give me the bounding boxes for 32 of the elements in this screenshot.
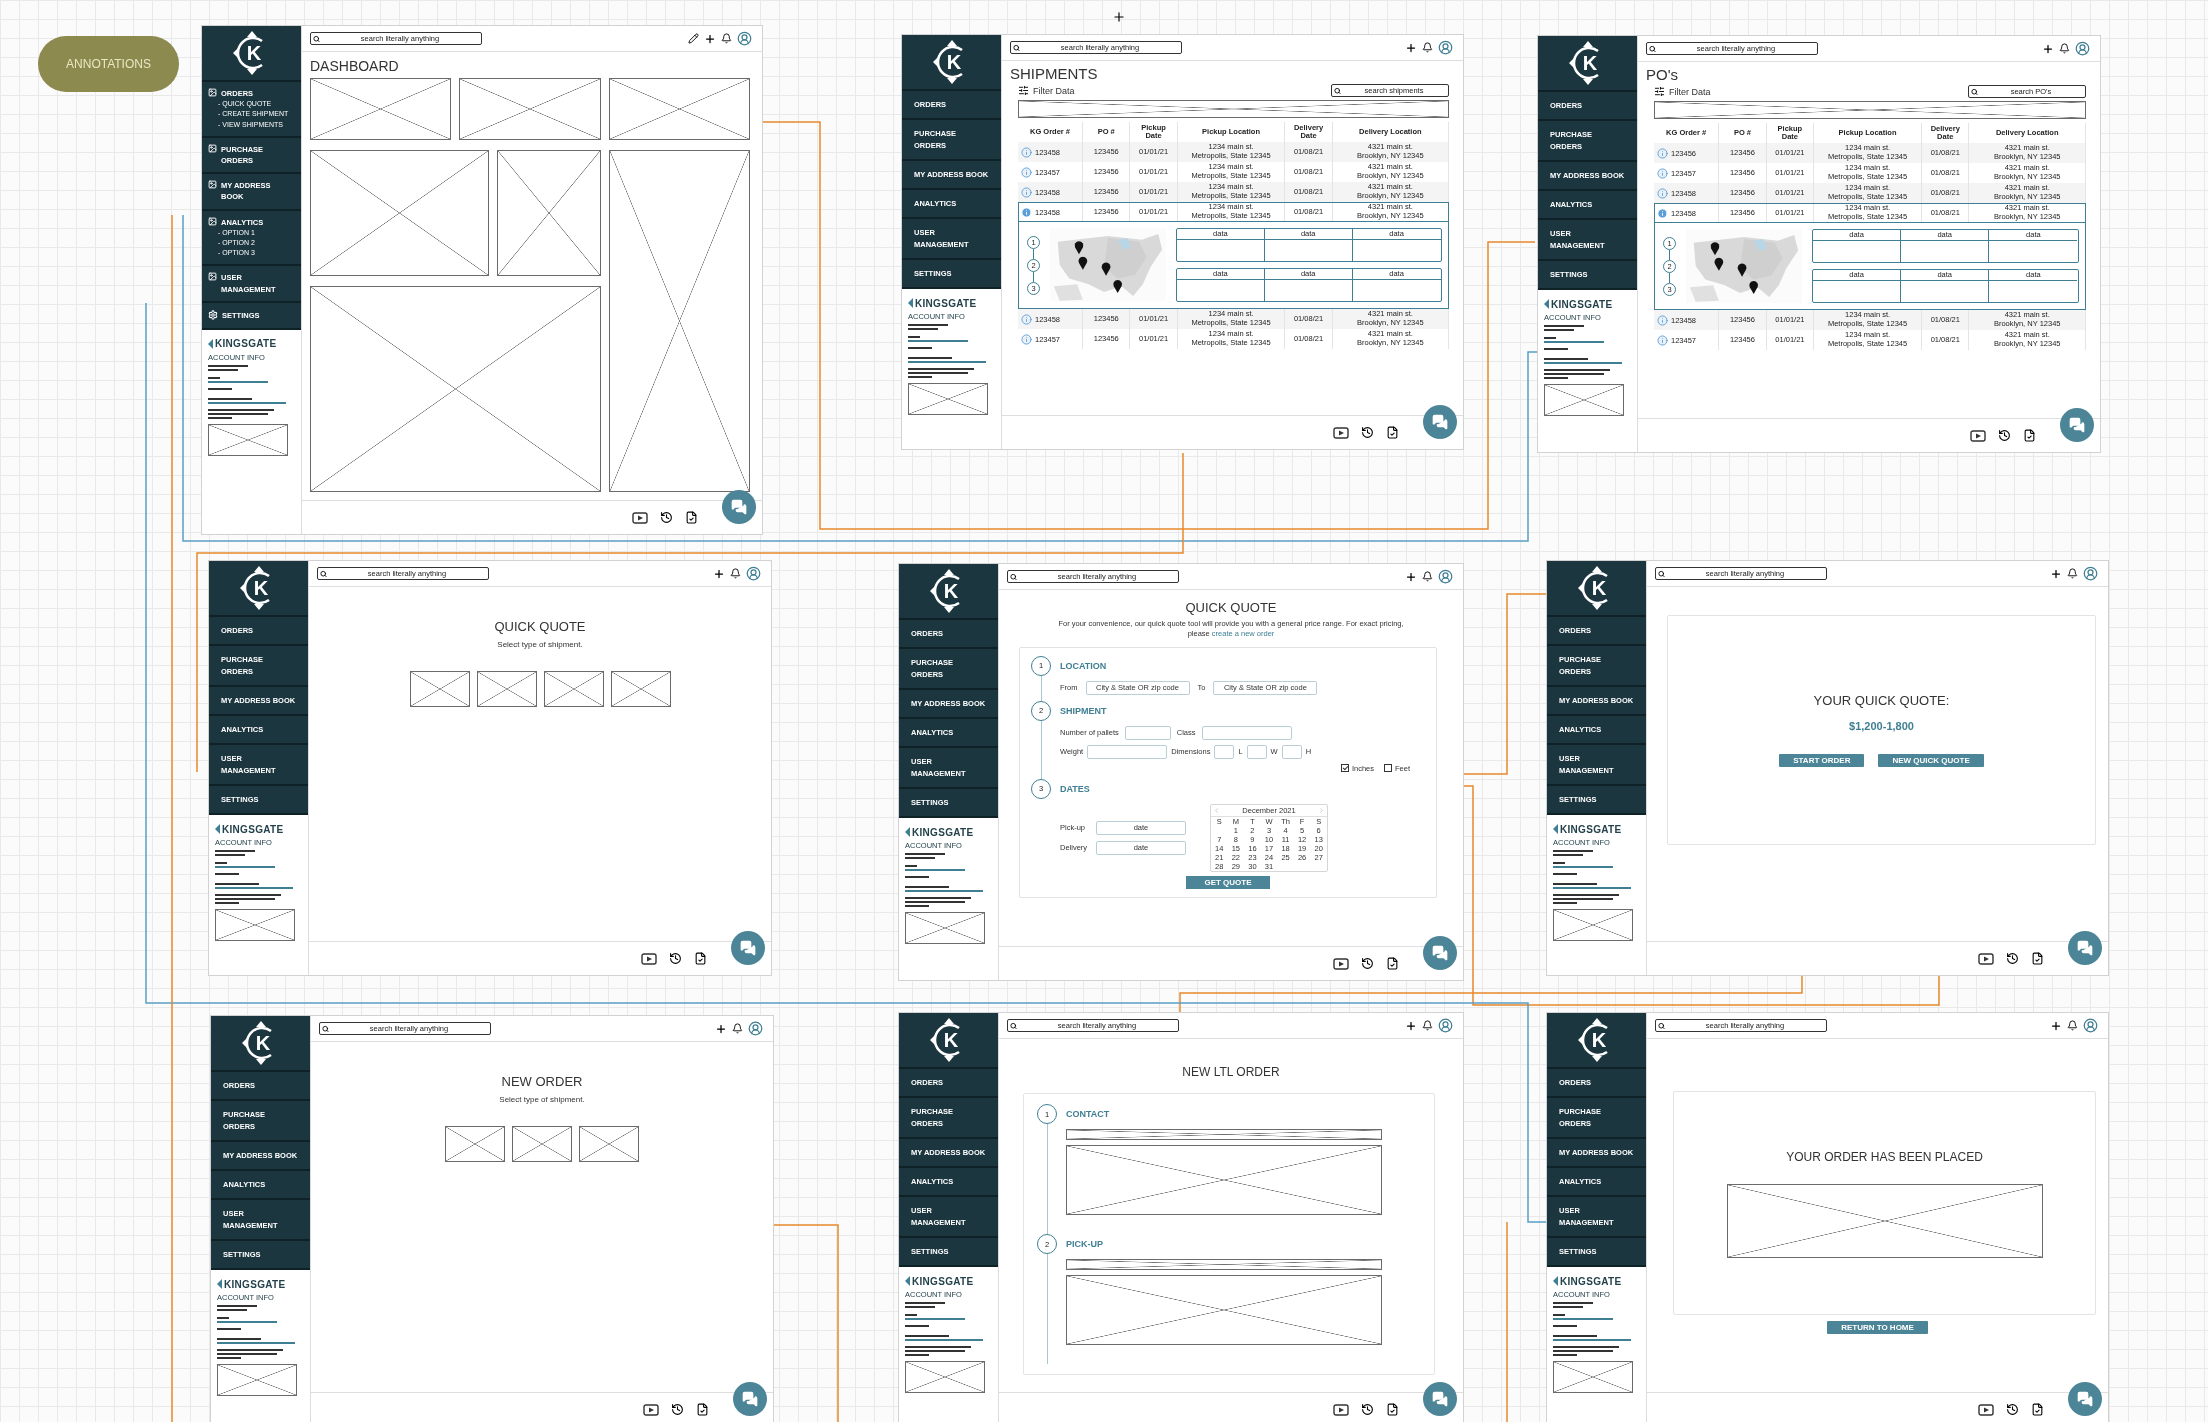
return-home-button[interactable]: RETURN TO HOME	[1827, 1321, 1928, 1334]
step-title: LOCATION	[1060, 659, 1108, 673]
brand-name: KINGSGATE	[224, 1278, 286, 1290]
brand-name: KINGSGATE	[1560, 1275, 1622, 1287]
brand-name: KINGSGATE	[1560, 823, 1622, 835]
brand-name: KINGSGATE	[915, 297, 977, 309]
filter-label: Filter Data	[1033, 85, 1075, 96]
brand-name: KINGSGATE	[912, 826, 974, 838]
page-title: QUICK QUOTE	[494, 619, 586, 634]
page-title: NEW LTL ORDER	[1182, 1065, 1280, 1079]
brand-name: KINGSGATE	[215, 338, 277, 350]
brand-name: KINGSGATE	[1551, 298, 1613, 310]
page-title: SHIPMENTS	[1010, 65, 1099, 82]
quote-price: $1,200-1,800	[1849, 720, 1914, 732]
page-title: YOUR ORDER HAS BEEN PLACED	[1786, 1150, 1983, 1164]
step-title: SHIPMENT	[1060, 704, 1108, 718]
step-title: PICK-UP	[1066, 1238, 1104, 1251]
page-title: PO's	[1646, 66, 1680, 83]
step-title: CONTACT	[1066, 1108, 1111, 1121]
page-title: NEW ORDER	[501, 1074, 583, 1089]
brand-name: KINGSGATE	[222, 823, 284, 835]
action-button[interactable]: NEW QUICK QUOTE	[1878, 754, 1984, 767]
page-subtitle: Select type of shipment.	[497, 640, 583, 649]
page-title: YOUR QUICK QUOTE:	[1813, 693, 1950, 708]
page-title: DASHBOARD	[310, 58, 400, 74]
filter-label: Filter Data	[1669, 86, 1711, 97]
step-title: DATES	[1060, 782, 1091, 796]
action-button[interactable]: START ORDER	[1779, 754, 1865, 767]
page-subtitle: Select type of shipment.	[499, 1095, 585, 1104]
page-title: QUICK QUOTE	[1185, 600, 1277, 615]
get-quote-button[interactable]: GET QUOTE	[1186, 875, 1270, 889]
brand-name: KINGSGATE	[912, 1275, 974, 1287]
